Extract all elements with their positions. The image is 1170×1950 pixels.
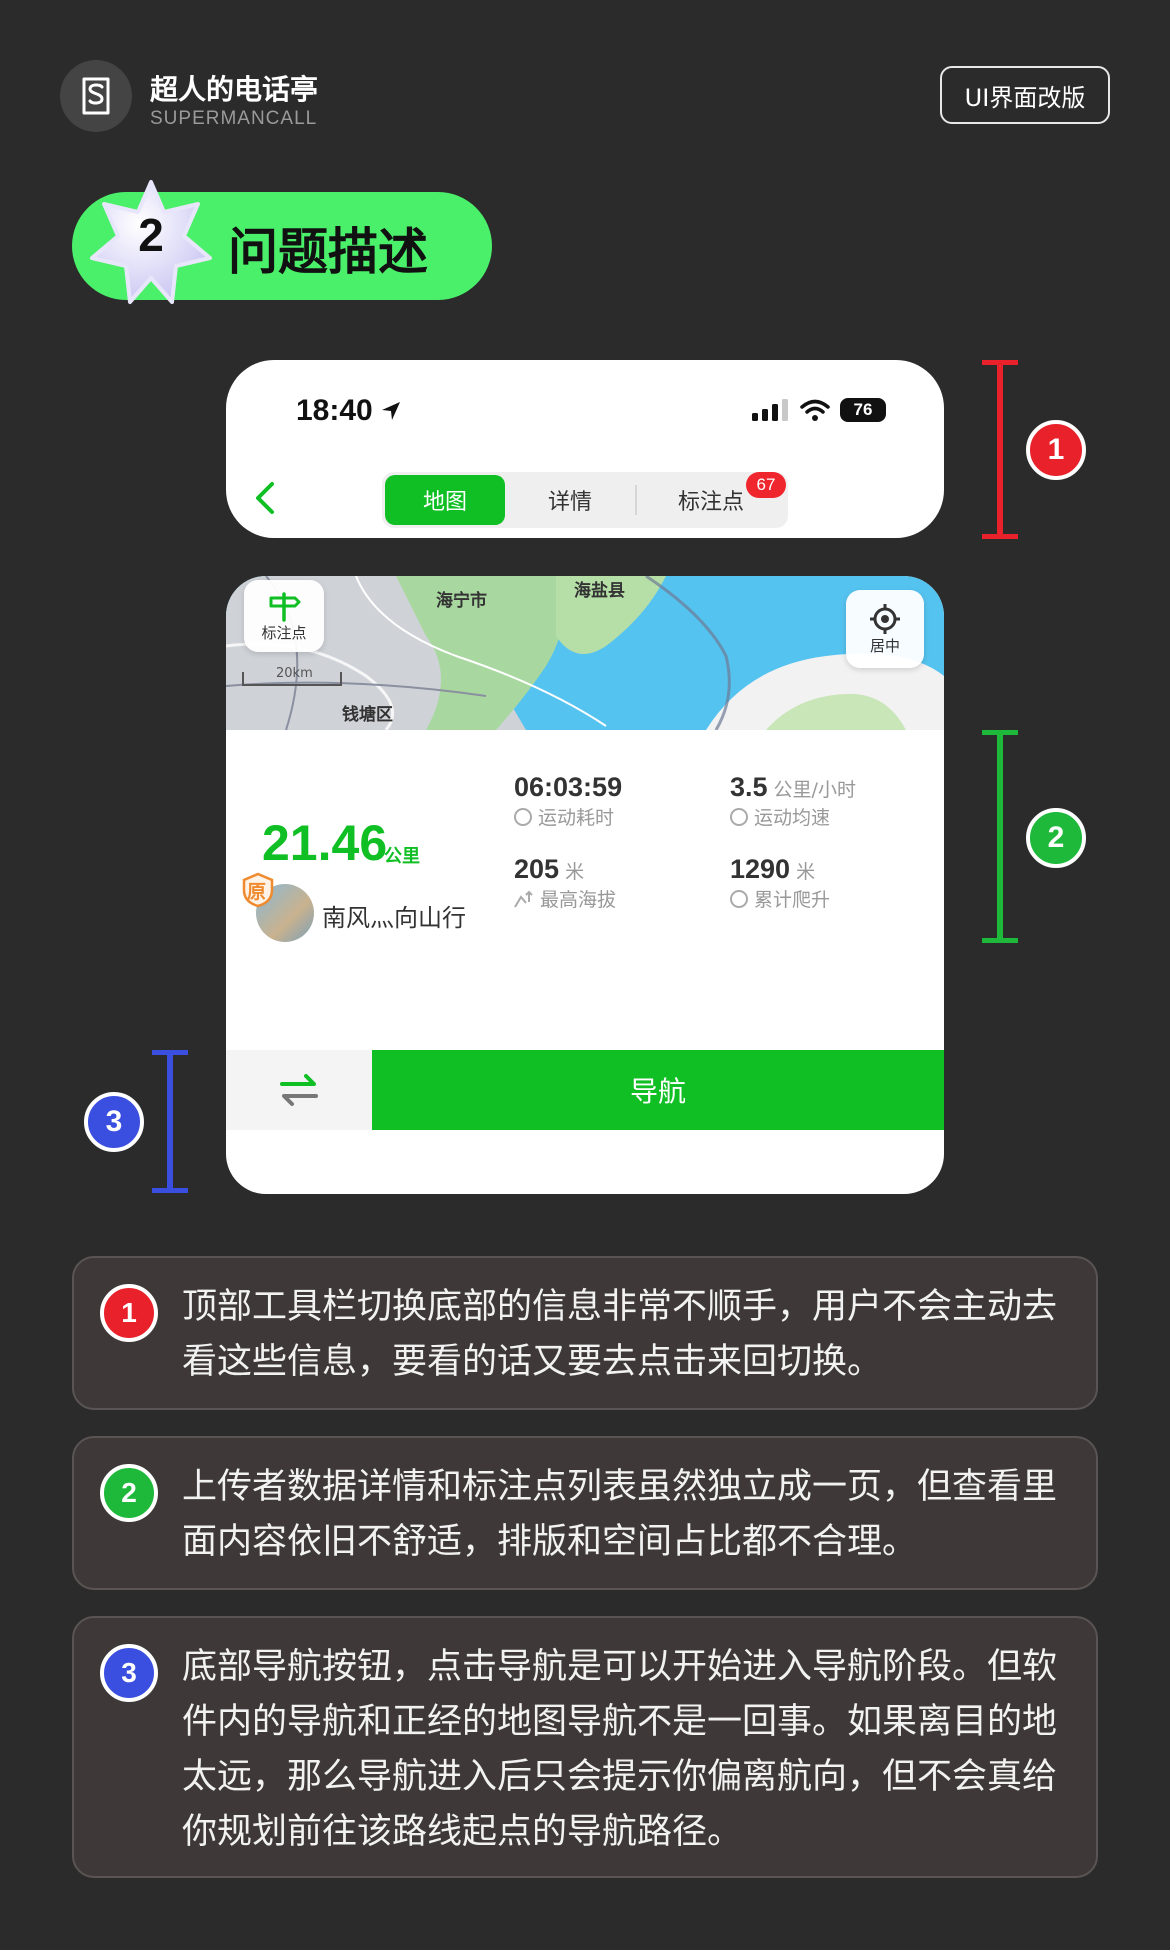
map-center-button[interactable]: 居中 [846, 590, 924, 668]
note-2: 2 上传者数据详情和标注点列表虽然独立成一页，但查看里面内容依旧不舒适，排版和空… [72, 1436, 1098, 1590]
note-2-text: 上传者数据详情和标注点列表虽然独立成一页，但查看里面内容依旧不舒适，排版和空间占… [182, 1467, 1058, 1562]
section-title: 问题描述 [228, 223, 428, 281]
map-label-haiyan: 海盐县 [574, 581, 625, 601]
distance-unit: 公里 [384, 846, 420, 867]
navigate-button[interactable]: 导航 [372, 1050, 944, 1130]
tab-map[interactable]: 地图 [385, 475, 505, 525]
climb-label: 累计爬升 [754, 889, 831, 911]
wifi-icon [800, 399, 830, 421]
tab-segment: 地图 详情 标注点 [382, 472, 788, 528]
arrow-up-circle-icon [730, 889, 748, 908]
map-label-haining: 海宁市 [436, 591, 487, 611]
climb-label-row: 累计爬升 [730, 885, 830, 912]
markers-count-badge: 67 [746, 472, 786, 498]
note-1-number: 1 [100, 1284, 158, 1342]
phone-topbar-card: 18:40 76 地图 详情 标注点 67 [226, 360, 944, 538]
duration-label-row: 运动耗时 [514, 803, 622, 830]
tab-details[interactable]: 详情 [505, 472, 635, 528]
bracket-red-top [982, 360, 1018, 365]
bracket-red-bottom [982, 534, 1018, 539]
section-number: 2 [138, 209, 164, 261]
speed-unit: 公里/小时 [773, 779, 856, 801]
speedometer-icon [730, 807, 748, 826]
altitude-label: 最高海拔 [540, 889, 617, 911]
altitude-label-row: 最高海拔 [514, 885, 616, 912]
original-badge-text: 原 [247, 881, 267, 903]
brand-title: 超人的电话亭 [150, 73, 319, 106]
duration-label: 运动耗时 [538, 807, 615, 829]
back-arrow-icon[interactable] [250, 478, 280, 518]
climb-row: 1290 米 [730, 854, 830, 885]
bracket-blue-bottom [152, 1188, 188, 1193]
mountain-up-icon [514, 890, 533, 908]
marker-2: 2 [1026, 808, 1086, 868]
status-time-text: 18:40 [296, 394, 373, 427]
stat-speed: 3.5 公里/小时 运动均速 [730, 772, 856, 830]
battery-icon: 76 [840, 398, 886, 422]
status-time: 18:40 [296, 394, 403, 428]
bracket-blue [167, 1052, 173, 1192]
signpost-icon [269, 591, 301, 622]
note-3-number: 3 [100, 1644, 158, 1702]
speed-label: 运动均速 [754, 807, 831, 829]
status-icons: 76 [752, 398, 886, 422]
distance-value: 21.46 [262, 815, 388, 871]
bracket-green [997, 732, 1003, 942]
map-markers-button[interactable]: 标注点 [244, 580, 324, 652]
switch-direction-button[interactable] [226, 1050, 372, 1130]
bracket-green-top [982, 730, 1018, 735]
clock-icon [514, 807, 532, 826]
duration-value: 06:03:59 [514, 772, 623, 802]
marker-1: 1 [1026, 420, 1086, 480]
stat-climb: 1290 米 累计爬升 [730, 854, 830, 912]
stat-altitude: 205 米 最高海拔 [514, 854, 616, 912]
note-3: 3 底部导航按钮，点击导航是可以开始进入导航阶段。但软件内的导航和正经的地图导航… [72, 1616, 1098, 1878]
map-markers-label: 标注点 [261, 623, 307, 642]
stat-duration: 06:03:59 运动耗时 [514, 772, 622, 830]
bracket-red [997, 362, 1003, 538]
climb-unit: 米 [796, 861, 816, 883]
uploader-name[interactable]: 南风灬向山行 [322, 898, 466, 933]
climb-value: 1290 [730, 854, 791, 884]
altitude-row: 205 米 [514, 854, 616, 885]
speed-label-row: 运动均速 [730, 803, 856, 830]
ui-redesign-tag: UI界面改版 [940, 66, 1110, 124]
note-3-text: 底部导航按钮，点击导航是可以开始进入导航阶段。但软件内的导航和正经的地图导航不是… [182, 1647, 1058, 1852]
altitude-value: 205 [514, 854, 560, 884]
logo-s-icon [82, 77, 110, 115]
note-1: 1 顶部工具栏切换底部的信息非常不顺手，用户不会主动去看这些信息，要看的话又要去… [72, 1256, 1098, 1410]
altitude-unit: 米 [565, 861, 585, 883]
speed-value: 3.5 [730, 772, 768, 802]
location-arrow-icon [381, 402, 400, 420]
speed-row: 3.5 公里/小时 [730, 772, 856, 803]
locate-crosshair-icon [870, 603, 900, 634]
brand-logo [60, 60, 132, 132]
map-center-label: 居中 [869, 636, 900, 655]
signal-icon [752, 399, 788, 421]
marker-3: 3 [84, 1092, 144, 1152]
note-2-number: 2 [100, 1464, 158, 1522]
original-badge-icon: 原 [242, 872, 274, 908]
note-1-text: 顶部工具栏切换底部的信息非常不顺手，用户不会主动去看这些信息，要看的话又要去点击… [182, 1287, 1058, 1382]
swap-arrows-icon [280, 1074, 318, 1106]
phone-detail-card: 海宁市 海盐县 钱塘区 20km 标注点 居中 21.46 公里 原 南风灬向山… [226, 576, 944, 1194]
map-label-qiantang: 钱塘区 [342, 705, 393, 725]
brand-subtitle: SUPERMANCALL [150, 108, 318, 129]
bracket-blue-top [152, 1050, 188, 1055]
bracket-green-bottom [982, 938, 1018, 943]
map-scale-label: 20km [276, 666, 313, 681]
